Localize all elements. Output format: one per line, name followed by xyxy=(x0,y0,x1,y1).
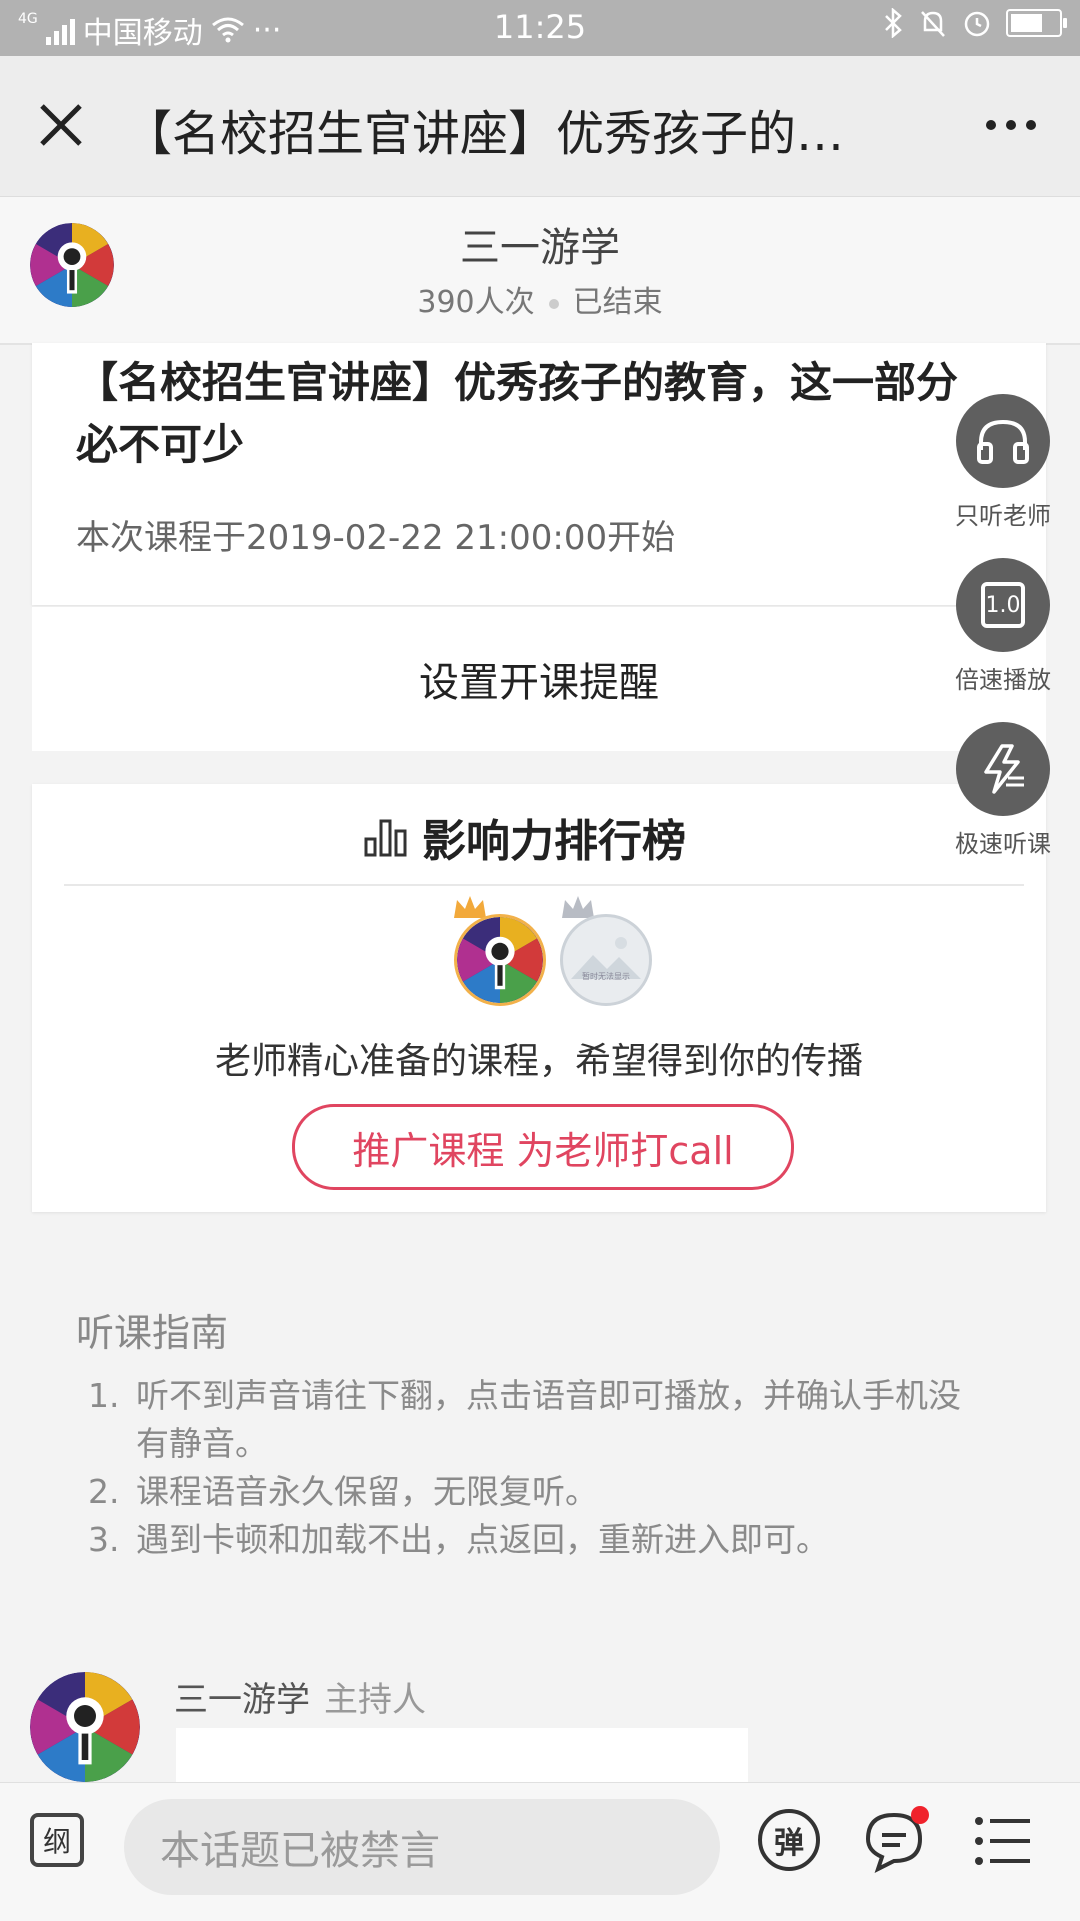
comments-icon[interactable] xyxy=(860,1805,934,1877)
fab-label: 只听老师 xyxy=(955,502,1051,530)
close-icon[interactable] xyxy=(36,100,86,150)
ranking-header: 影响力排行榜 xyxy=(0,805,1050,869)
separator-dot xyxy=(548,298,559,309)
live-status: 已结束 xyxy=(572,285,663,320)
host-name: 三一游学 xyxy=(460,225,620,271)
list-item: 1. 听不到声音请往下翻，点击语音即可播放，并确认手机没有静音。 xyxy=(88,1376,961,1463)
host-header: 三一游学 390人次 已结束 xyxy=(0,197,1080,345)
promote-course-button[interactable]: 推广课程 为老师打call xyxy=(292,1104,794,1190)
speed-icon: 1.0 xyxy=(956,558,1050,652)
nav-bar: 【名校招生官讲座】优秀孩子的… xyxy=(0,56,1080,197)
rank-avatar-2[interactable]: 暂时无法显示 xyxy=(560,914,652,1006)
danmu-button[interactable]: 弹 xyxy=(758,1809,820,1871)
more-icon[interactable] xyxy=(986,120,1036,130)
bottom-bar: 纲 本话题已被禁言 弹 xyxy=(0,1782,1080,1921)
only-teacher-button[interactable]: 只听老师 xyxy=(933,394,1073,531)
placeholder-image-icon xyxy=(571,937,641,979)
list-item: 3. 遇到卡顿和加载不出，点返回，重新进入即可。 xyxy=(88,1520,829,1559)
page-title: 【名校招生官讲座】优秀孩子的… xyxy=(124,106,845,162)
speed-value: 1.0 xyxy=(981,582,1025,628)
menu-icon[interactable] xyxy=(974,1815,1034,1867)
chat-input[interactable]: 本话题已被禁言 xyxy=(124,1799,720,1895)
ranking-title: 影响力排行榜 xyxy=(422,816,686,867)
lightning-icon xyxy=(956,722,1050,816)
placeholder-text: 暂时无法显示 xyxy=(582,972,630,981)
divider xyxy=(64,884,1024,886)
outline-icon: 纲 xyxy=(42,1825,71,1858)
view-count: 390人次 xyxy=(417,285,535,320)
outline-button[interactable]: 纲 xyxy=(30,1813,84,1867)
battery-icon xyxy=(1006,9,1067,37)
alarm-icon xyxy=(964,11,990,37)
message-sender: 三一游学 主持人 xyxy=(174,1680,426,1720)
course-title: 【名校招生官讲座】优秀孩子的教育，这一部分必不可少 xyxy=(76,358,959,469)
message-avatar[interactable] xyxy=(30,1672,140,1782)
host-meta: 390人次 已结束 xyxy=(0,277,1080,321)
playback-speed-button[interactable]: 1.0 倍速播放 xyxy=(933,558,1073,695)
fab-label: 极速听课 xyxy=(955,830,1051,858)
headphones-icon xyxy=(956,394,1050,488)
set-reminder-button[interactable]: 设置开课提醒 xyxy=(32,606,1046,751)
list-item: 2. 课程语音永久保留，无限复听。 xyxy=(88,1472,598,1511)
status-bar: 4G 中国移动 ··· 11:25 xyxy=(0,0,1080,56)
sender-role: 主持人 xyxy=(324,1680,426,1720)
fab-label: 倍速播放 xyxy=(955,666,1051,694)
guide-list: 1. 听不到声音请往下翻，点击语音即可播放，并确认手机没有静音。 2. 课程语音永久… xyxy=(88,1372,988,1564)
bar-chart-icon xyxy=(364,819,407,857)
danmu-icon: 弹 xyxy=(774,1826,804,1861)
message-bubble[interactable] xyxy=(176,1728,748,1788)
mute-bell-icon xyxy=(921,11,945,37)
bluetooth-icon xyxy=(885,8,902,38)
ranking-message: 老师精心准备的课程，希望得到你的传播 xyxy=(214,1041,863,1082)
fast-listen-button[interactable]: 极速听课 xyxy=(933,722,1073,859)
rank-avatar-1[interactable] xyxy=(454,914,546,1006)
guide-title: 听课指南 xyxy=(76,1311,229,1355)
course-start-time: 本次课程于2019-02-22 21:00:00开始 xyxy=(76,518,676,558)
status-right xyxy=(882,8,1067,38)
